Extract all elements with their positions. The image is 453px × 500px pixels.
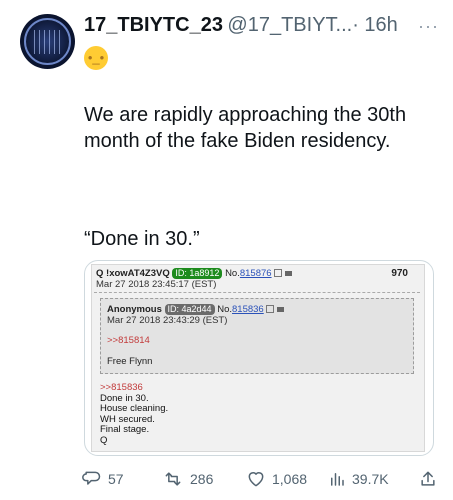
avatar[interactable] [20,14,75,69]
view-count: 39.7K [352,471,389,487]
share-icon [421,471,435,486]
post-line: >>815836 [100,382,143,393]
timestamp[interactable]: · 16h [352,14,398,36]
post-line: Q [100,434,108,446]
external-link-icon [265,305,274,314]
share-button[interactable] [418,468,438,490]
reply-text: Free Flynn [107,356,153,367]
tweet-text: We are rapidly approaching the 30th mont… [84,102,434,250]
reply-no-prefix: No. [217,304,233,315]
folder-icon [276,306,284,312]
post-line: House cleaning. [100,403,169,414]
retweet-button[interactable]: 286 [162,468,213,490]
reply-id-badge: ID: 4a2d44 [164,304,215,315]
post-number-link: 815876 [239,268,272,279]
post-id-badge: ID: 1a8912 [172,268,223,279]
reply-reference: >>815814 [107,335,150,346]
post-body: >>815836 Done in 30. House cleaning. WH … [100,382,169,446]
post-count: 970 [391,268,408,279]
reply-button[interactable]: 57 [82,468,124,490]
post-divider [94,292,420,293]
reply-date: Mar 27 2018 23:43:29 (EST) [107,315,228,326]
user-handle[interactable]: @17_TBIYT... [227,14,352,36]
views-chart-icon [331,473,344,486]
retweet-count: 286 [190,471,214,487]
action-bar: 57 286 1,068 39.7K [82,468,442,492]
imageboard-post: Q !xowAT4Z3VQ ID: 1a8912 No.815876 970 M… [91,264,425,452]
avatar-pattern [34,30,60,54]
retweet-icon [165,472,181,486]
like-button[interactable]: 1,068 [246,468,307,490]
tweet-header: 17_TBIYTC_23 @17_TBIYT...· 16h [84,14,444,40]
tweet-paragraph: We are rapidly approaching the 30th mont… [84,104,407,152]
media-card[interactable]: Q !xowAT4Z3VQ ID: 1a8912 No.815876 970 M… [84,260,434,456]
post-header: Q !xowAT4Z3VQ ID: 1a8912 No.815876 [96,268,292,279]
reply-author: Anonymous [107,304,162,315]
reply-icon [82,471,101,485]
heart-icon [248,472,264,487]
reply-count: 57 [108,471,124,487]
folder-icon [284,270,292,276]
post-author: Q !xowAT4Z3VQ [96,268,170,279]
like-count: 1,068 [272,471,308,487]
external-link-icon [273,269,282,278]
reply-header: Anonymous ID: 4a2d44 No.815836 [107,304,284,315]
display-name[interactable]: 17_TBIYTC_23 [84,14,223,36]
monocle-face-emoji: •_• [84,46,108,70]
more-options-icon[interactable]: ··· [418,16,439,37]
reply-number-link: 815836 [232,304,264,315]
quoted-reply: Anonymous ID: 4a2d44 No.815836 Mar 27 20… [100,298,414,374]
post-no-prefix: No. [225,268,240,279]
post-line: Final stage. [100,424,150,435]
views-button[interactable]: 39.7K [328,468,389,490]
tweet-quote: “Done in 30.” [84,228,200,250]
post-date: Mar 27 2018 23:45:17 (EST) [96,279,217,290]
